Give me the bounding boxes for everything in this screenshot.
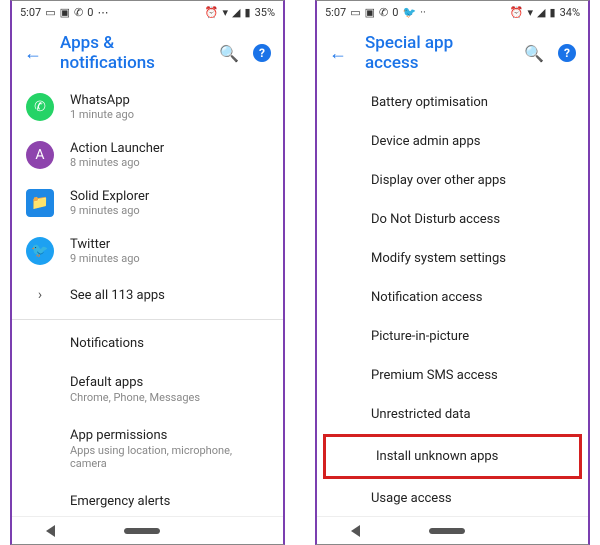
pip-icon: ▭ xyxy=(350,6,360,19)
search-icon[interactable]: 🔍 xyxy=(524,44,544,63)
highlight-install-unknown-apps: Install unknown apps xyxy=(323,434,582,479)
item-do-not-disturb-access[interactable]: Do Not Disturb access xyxy=(317,200,588,239)
setting-title: App permissions xyxy=(70,428,269,443)
nav-bar xyxy=(317,516,588,544)
divider xyxy=(12,319,283,320)
status-time: 5:07 xyxy=(20,6,41,19)
app-bar: ← Special app access 🔍 ? xyxy=(317,23,588,83)
setting-notifications[interactable]: Notifications xyxy=(12,324,283,363)
content: ✆ WhatsApp 1 minute ago A Action Launche… xyxy=(12,83,283,516)
nav-home-icon[interactable] xyxy=(429,528,465,534)
nav-back-icon[interactable] xyxy=(46,525,55,537)
page-title: Apps & notifications xyxy=(60,33,201,73)
app-bar: ← Apps & notifications 🔍 ? xyxy=(12,23,283,83)
cast-icon: ▣ xyxy=(60,6,70,19)
pip-icon: ▭ xyxy=(45,6,55,19)
app-row-twitter[interactable]: 🐦 Twitter 9 minutes ago xyxy=(12,227,283,275)
app-subtitle: 8 minutes ago xyxy=(70,156,164,169)
signal-icon: ◢ xyxy=(537,6,545,19)
setting-default-apps[interactable]: Default apps Chrome, Phone, Messages xyxy=(12,363,283,416)
see-all-label: See all 113 apps xyxy=(70,288,165,303)
app-name: Twitter xyxy=(70,237,140,252)
content: Battery optimisation Device admin apps D… xyxy=(317,83,588,516)
status-right: ⏰ ▾ ◢ ▮ 35% xyxy=(205,6,275,19)
item-install-unknown-apps[interactable]: Install unknown apps xyxy=(326,437,579,476)
setting-title: Notifications xyxy=(70,336,269,351)
app-row-solid-explorer[interactable]: 📁 Solid Explorer 9 minutes ago xyxy=(12,179,283,227)
page-title: Special app access xyxy=(365,33,506,73)
status-bar: 5:07 ▭ ▣ ✆ 0 🐦 ·· ⏰ ▾ ◢ ▮ 34% xyxy=(317,1,588,23)
twitter-status-icon: 🐦 xyxy=(402,6,416,19)
status-time: 5:07 xyxy=(325,6,346,19)
item-usage-access[interactable]: Usage access xyxy=(317,479,588,516)
wifi-icon: ▾ xyxy=(223,6,229,19)
battery-percent: 35% xyxy=(255,6,275,19)
setting-title: Emergency alerts xyxy=(70,494,269,509)
whatsapp-status-icon: ✆ xyxy=(379,6,388,19)
nav-back-icon[interactable] xyxy=(351,525,360,537)
twitter-icon: 🐦 xyxy=(26,237,54,265)
status-left: 5:07 ▭ ▣ ✆ 0 🐦 ·· xyxy=(325,6,426,19)
item-picture-in-picture[interactable]: Picture-in-picture xyxy=(317,317,588,356)
cast-icon: ▣ xyxy=(365,6,375,19)
item-notification-access[interactable]: Notification access xyxy=(317,278,588,317)
battery-percent: 34% xyxy=(560,6,580,19)
setting-app-permissions[interactable]: App permissions Apps using location, mic… xyxy=(12,416,283,482)
item-unrestricted-data[interactable]: Unrestricted data xyxy=(317,395,588,434)
item-modify-system-settings[interactable]: Modify system settings xyxy=(317,239,588,278)
nav-bar xyxy=(12,516,283,544)
app-row-whatsapp[interactable]: ✆ WhatsApp 1 minute ago xyxy=(12,83,283,131)
solid-explorer-icon: 📁 xyxy=(26,189,54,217)
battery-icon: ▮ xyxy=(550,6,556,19)
help-icon[interactable]: ? xyxy=(558,44,576,62)
back-button[interactable]: ← xyxy=(329,43,347,64)
header-actions: 🔍 ? xyxy=(219,44,271,63)
kbps-indicator: 0 xyxy=(87,6,93,19)
status-left: 5:07 ▭ ▣ ✆ 0 ⋯ xyxy=(20,6,108,19)
status-right: ⏰ ▾ ◢ ▮ 34% xyxy=(510,6,580,19)
item-display-over-other-apps[interactable]: Display over other apps xyxy=(317,161,588,200)
alarm-icon: ⏰ xyxy=(510,6,524,19)
alarm-icon: ⏰ xyxy=(205,6,219,19)
chevron-right-icon: › xyxy=(26,287,54,303)
whatsapp-icon: ✆ xyxy=(26,93,54,121)
kbps-indicator: 0 xyxy=(392,6,398,19)
setting-title: Default apps xyxy=(70,375,269,390)
more-dots-icon: ·· xyxy=(420,6,426,19)
app-subtitle: 9 minutes ago xyxy=(70,252,140,265)
phone-right: 5:07 ▭ ▣ ✆ 0 🐦 ·· ⏰ ▾ ◢ ▮ 34% ← Special … xyxy=(315,0,590,545)
signal-icon: ◢ xyxy=(232,6,240,19)
phone-left: 5:07 ▭ ▣ ✆ 0 ⋯ ⏰ ▾ ◢ ▮ 35% ← Apps & noti… xyxy=(10,0,285,545)
search-icon[interactable]: 🔍 xyxy=(219,44,239,63)
item-device-admin-apps[interactable]: Device admin apps xyxy=(317,122,588,161)
whatsapp-status-icon: ✆ xyxy=(74,6,83,19)
wifi-icon: ▾ xyxy=(528,6,534,19)
status-bar: 5:07 ▭ ▣ ✆ 0 ⋯ ⏰ ▾ ◢ ▮ 35% xyxy=(12,1,283,23)
back-button[interactable]: ← xyxy=(24,43,42,64)
app-row-action-launcher[interactable]: A Action Launcher 8 minutes ago xyxy=(12,131,283,179)
app-subtitle: 9 minutes ago xyxy=(70,204,149,217)
item-battery-optimisation[interactable]: Battery optimisation xyxy=(317,83,588,122)
header-actions: 🔍 ? xyxy=(524,44,576,63)
app-name: WhatsApp xyxy=(70,93,134,108)
app-subtitle: 1 minute ago xyxy=(70,108,134,121)
setting-subtitle: Chrome, Phone, Messages xyxy=(70,391,269,404)
setting-emergency-alerts[interactable]: Emergency alerts xyxy=(12,482,283,516)
nav-home-icon[interactable] xyxy=(124,528,160,534)
more-icon: ⋯ xyxy=(97,6,108,19)
app-name: Solid Explorer xyxy=(70,189,149,204)
setting-subtitle: Apps using location, microphone, camera xyxy=(70,444,269,470)
battery-icon: ▮ xyxy=(245,6,251,19)
see-all-apps[interactable]: › See all 113 apps xyxy=(12,275,283,315)
help-icon[interactable]: ? xyxy=(253,44,271,62)
action-launcher-icon: A xyxy=(26,141,54,169)
app-name: Action Launcher xyxy=(70,141,164,156)
item-premium-sms-access[interactable]: Premium SMS access xyxy=(317,356,588,395)
